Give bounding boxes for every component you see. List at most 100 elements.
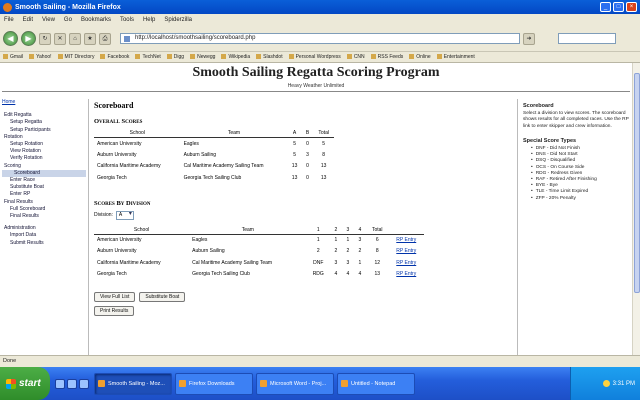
menu-bookmarks[interactable]: Bookmarks bbox=[81, 17, 111, 23]
window-titlebar[interactable]: Smooth Sailing - Mozilla Firefox _ □ × bbox=[0, 0, 640, 14]
table-cell: RDG bbox=[312, 271, 324, 278]
reload-icon[interactable]: ↻ bbox=[39, 32, 51, 45]
overall-scores-table: School Team A B Total American University Eag… bbox=[94, 129, 334, 184]
task-label: Untitled - Notepad bbox=[351, 380, 396, 387]
close-icon[interactable]: × bbox=[626, 2, 637, 12]
vertical-scrollbar[interactable] bbox=[632, 63, 640, 355]
nav-item[interactable]: Setup Regatta bbox=[2, 119, 86, 126]
bookmark-item[interactable]: Digg bbox=[167, 54, 184, 60]
quick-launch bbox=[50, 378, 94, 389]
nav-item[interactable]: Setup Rotation bbox=[2, 141, 86, 148]
column-header: School bbox=[94, 129, 181, 138]
bookmark-icon[interactable]: ★ bbox=[84, 32, 96, 45]
menu-tools[interactable]: Tools bbox=[120, 17, 134, 23]
taskbar-item-notepad[interactable]: Untitled - Notepad bbox=[337, 372, 415, 395]
firefox-icon[interactable] bbox=[79, 378, 89, 389]
bookmark-item[interactable]: Wikipedia bbox=[221, 54, 250, 60]
table-cell: 2 bbox=[346, 248, 350, 255]
table-row: California Maritime Academy Cal Maritime … bbox=[94, 161, 334, 173]
menu-view[interactable]: View bbox=[42, 17, 55, 23]
url-input[interactable]: http://localhost/smoothsailing/scoreboar… bbox=[120, 33, 520, 44]
menu-go[interactable]: Go bbox=[64, 17, 72, 23]
bookmark-item[interactable]: Yahoo! bbox=[29, 54, 51, 60]
table-cell: Eagles bbox=[192, 237, 208, 243]
bookmark-item[interactable]: Slashdot bbox=[256, 54, 282, 60]
table-cell: 3 bbox=[334, 259, 338, 266]
table-cell: American University bbox=[97, 140, 142, 147]
table-cell: RP Entry bbox=[389, 269, 424, 281]
table-row: Georgia Tech Georgia Tech Sailing Club RDG… bbox=[94, 269, 424, 281]
minimize-icon[interactable]: _ bbox=[600, 2, 611, 12]
table-cell: Georgia Tech bbox=[97, 271, 127, 278]
start-button[interactable]: start bbox=[0, 367, 50, 400]
page-content: Smooth Sailing Regatta Scoring Program H… bbox=[0, 63, 632, 355]
rp-entry-link[interactable]: RP Entry bbox=[396, 237, 416, 243]
rp-entry-link[interactable]: RP Entry bbox=[396, 260, 416, 266]
menu-help[interactable]: Help bbox=[143, 17, 155, 23]
table-cell: Auburn Sailing bbox=[183, 151, 217, 158]
home-icon[interactable]: ⌂ bbox=[69, 32, 81, 45]
bookmark-item[interactable]: RSS Feeds bbox=[371, 54, 404, 60]
print-results-button[interactable]: Print Results bbox=[94, 306, 135, 316]
nav-item[interactable]: Import Data bbox=[2, 232, 86, 239]
ie-icon[interactable] bbox=[67, 378, 77, 389]
menu-edit[interactable]: Edit bbox=[23, 17, 33, 23]
taskbar-item-firefox[interactable]: Smooth Sailing - Moz... bbox=[94, 372, 172, 395]
table-cell: Auburn Sailing bbox=[192, 248, 225, 255]
nav-item[interactable]: Substitute Boat bbox=[2, 184, 86, 191]
table-cell: Auburn University bbox=[97, 248, 137, 255]
menu-file[interactable]: File bbox=[4, 17, 14, 23]
print-icon[interactable]: ⎙ bbox=[99, 32, 111, 45]
site-title: Smooth Sailing Regatta Scoring Program bbox=[192, 65, 440, 80]
bookmark-item[interactable]: Personal Wordpress bbox=[289, 54, 341, 60]
search-input[interactable] bbox=[558, 33, 616, 44]
table-cell: 5 bbox=[293, 140, 296, 147]
menu-spiderzilla[interactable]: Spiderzilla bbox=[164, 17, 192, 23]
status-bar: Done bbox=[0, 355, 640, 367]
firefox-icon bbox=[3, 2, 12, 12]
nav-item[interactable]: Setup Participants bbox=[2, 127, 86, 134]
taskbar-item-downloads[interactable]: Firefox Downloads bbox=[175, 372, 253, 395]
nav-item[interactable]: Verify Rotation bbox=[2, 155, 86, 162]
table-cell: Georgia Tech Sailing Club bbox=[192, 271, 250, 278]
nav-item[interactable]: Full Scoreboard bbox=[2, 206, 86, 213]
nav-item[interactable]: View Rotation bbox=[2, 148, 86, 155]
bookmark-item[interactable]: CNN bbox=[347, 54, 365, 60]
bookmark-item[interactable]: Facebook bbox=[100, 54, 129, 60]
maximize-icon[interactable]: □ bbox=[613, 2, 624, 12]
home-link[interactable]: Home bbox=[2, 99, 86, 106]
scrollbar-thumb[interactable] bbox=[634, 73, 640, 293]
special-scores-list: DNF - Did Not FinishDNS - Did Not StartD… bbox=[523, 146, 629, 202]
nav-item[interactable]: Enter Race bbox=[2, 177, 86, 184]
forward-icon[interactable]: ▶ bbox=[21, 31, 36, 46]
download-icon bbox=[179, 380, 186, 387]
bookmark-item[interactable]: MIT Directory bbox=[58, 54, 95, 60]
bookmark-item[interactable]: Entertainment bbox=[437, 54, 475, 60]
nav-section-heading: Scoring bbox=[4, 162, 21, 169]
division-select[interactable]: A bbox=[115, 210, 134, 220]
desktop-icon[interactable] bbox=[55, 378, 65, 389]
bookmark-item[interactable]: TechNet bbox=[135, 54, 160, 60]
nav-item[interactable]: Submit Results bbox=[2, 240, 86, 247]
bookmark-item[interactable]: Newegg bbox=[190, 54, 215, 60]
word-icon bbox=[260, 380, 267, 387]
bookmark-item[interactable]: Online bbox=[409, 54, 430, 60]
stop-icon[interactable]: ✕ bbox=[54, 32, 66, 45]
rp-entry-link[interactable]: RP Entry bbox=[396, 248, 416, 254]
nav-item[interactable]: Enter RP bbox=[2, 191, 86, 198]
taskbar-item-word[interactable]: Microsoft Word - Proj... bbox=[256, 372, 334, 395]
network-icon[interactable] bbox=[602, 380, 610, 387]
rp-entry-link[interactable]: RP Entry bbox=[396, 271, 416, 277]
table-cell: 6 bbox=[375, 237, 379, 243]
substitute-boat-button[interactable]: Substitute Boat bbox=[139, 292, 186, 302]
nav-item[interactable]: Scoreboard bbox=[2, 169, 86, 178]
button-row: View Full List Substitute Boat bbox=[94, 292, 514, 302]
table-cell: 13 bbox=[374, 271, 380, 278]
nav-item[interactable]: Final Results bbox=[2, 213, 86, 220]
view-full-list-button[interactable]: View Full List bbox=[94, 292, 136, 302]
go-icon[interactable]: ➜ bbox=[523, 32, 535, 45]
table-cell: California Maritime Academy bbox=[97, 163, 161, 170]
bookmark-item[interactable]: Gmail bbox=[3, 54, 23, 60]
back-icon[interactable]: ◀ bbox=[3, 31, 18, 46]
start-label: start bbox=[19, 378, 41, 389]
